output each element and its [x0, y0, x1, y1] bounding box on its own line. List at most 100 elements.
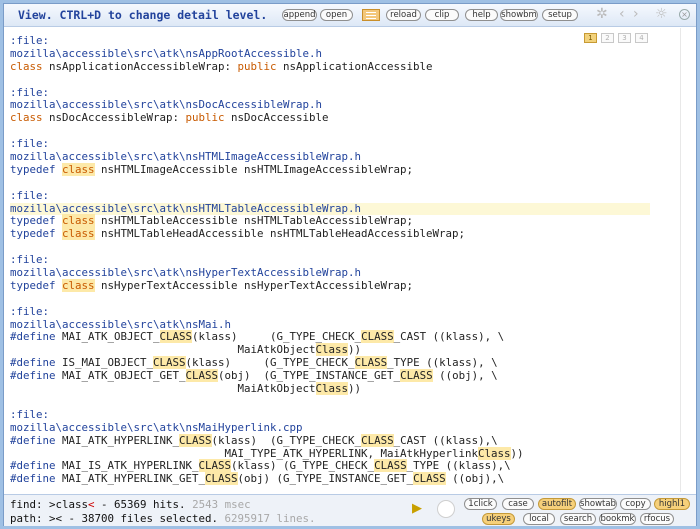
play-icon[interactable]: ▶ — [412, 502, 422, 515]
path-line-count: 6295917 lines. — [218, 512, 316, 525]
rfocus-button[interactable]: rfocus — [640, 513, 674, 525]
menu-icon[interactable] — [362, 9, 380, 21]
search-button[interactable]: search — [560, 513, 596, 525]
code-token: MAI_IS_ATK_HYPERLINK_ — [55, 459, 199, 473]
code-token: )) — [510, 446, 524, 460]
find-label: find: > — [10, 498, 56, 511]
match-highlight: Class — [315, 343, 349, 357]
open-button[interactable]: open — [320, 9, 353, 21]
match-highlight: CLASS — [153, 356, 186, 370]
sun-icon[interactable]: ☼ — [655, 7, 668, 21]
match-highlight: class — [62, 162, 95, 176]
code-token: MAI_TYPE_ATK_HYPERLINK, MaiAtkHyperlink — [10, 446, 479, 460]
showtab-button[interactable]: showtab — [579, 498, 617, 510]
match-highlight: Class — [315, 382, 349, 396]
code-token: MAI_ATK_HYPERLINK_GET_ — [55, 472, 206, 486]
match-highlight: class — [62, 214, 95, 228]
code-token: nsDocAccessibleWrap: — [42, 111, 186, 125]
file-label: :file: — [10, 35, 50, 47]
top-toolbar: View. CTRL+D to change detail level. app… — [4, 4, 696, 27]
code-token: )) — [348, 343, 362, 357]
forward-arrow-icon[interactable]: › — [633, 7, 639, 21]
code-token: _TYPE ((klass), \ — [387, 356, 498, 370]
code-token: typedef — [10, 214, 63, 228]
clip-button[interactable]: clip — [425, 9, 459, 21]
code-token: #define — [10, 330, 56, 344]
code-token: _TYPE ((klass),\ — [406, 459, 511, 473]
code-token: class — [10, 111, 43, 125]
match-highlight: CLASS — [198, 459, 232, 473]
match-highlight: CLASS — [205, 472, 238, 486]
code-token: (klass) (G_TYPE_CHECK_ — [192, 330, 362, 344]
scrollbar-track[interactable] — [680, 28, 681, 492]
code-token: )) — [348, 382, 362, 396]
code-token: _CAST ((klass),\ — [393, 433, 498, 447]
code-token: typedef — [10, 227, 63, 241]
code-line: MaiAtkObjectClass)) — [10, 382, 650, 396]
close-icon[interactable]: × — [679, 9, 690, 20]
bookmk-button[interactable]: bookmk — [599, 513, 636, 525]
ukeys-button[interactable]: ukeys — [482, 513, 515, 525]
match-highlight: Class — [478, 446, 511, 460]
1click-button[interactable]: 1click — [464, 498, 497, 510]
code-token: IS_MAI_OBJECT_ — [55, 356, 154, 370]
code-line: typedef class nsHTMLImageAccessible nsHT… — [10, 162, 650, 177]
find-hit-count: - 65369 hits. — [94, 498, 186, 511]
match-highlight: class — [62, 278, 95, 292]
code-token: nsHTMLTableAccessible nsHTMLTableAccessi… — [94, 214, 414, 228]
help-button[interactable]: help — [465, 9, 498, 21]
code-token: #define — [10, 356, 56, 370]
find-status-line: find: >class< - 65369 hits. 2543 msec — [10, 498, 251, 511]
gear-icon[interactable]: ✲ — [596, 7, 608, 21]
code-token: (klass) (G_TYPE_CHECK_ — [211, 433, 362, 447]
code-token: MaiAtkObject — [10, 343, 316, 357]
autofilt-button[interactable]: autofilt — [538, 498, 576, 510]
code-token: ((obj), \ — [432, 369, 498, 383]
back-arrow-icon[interactable]: ‹ — [619, 7, 625, 21]
file-label: :file: — [10, 188, 50, 202]
match-highlight: CLASS — [159, 330, 193, 344]
path-files-selected: path: >< - 38700 files selected. — [10, 512, 219, 525]
code-token: _CAST ((klass), \ — [393, 330, 505, 344]
code-token: typedef — [10, 278, 63, 292]
code-token: #define — [10, 459, 56, 473]
code-token: MAI_ATK_OBJECT_ — [55, 330, 160, 344]
match-highlight: class — [62, 227, 95, 241]
code-token: typedef — [10, 162, 63, 176]
file-label: :file: — [10, 304, 50, 318]
code-token: MaiAtkObject — [10, 382, 316, 396]
find-time: 2543 msec — [185, 498, 251, 511]
showbm-button[interactable]: showbm — [500, 9, 538, 21]
code-token: (klass) (G_TYPE_CHECK_ — [231, 459, 375, 473]
code-line: typedef class nsHTMLTableHeadAccessible … — [10, 227, 650, 241]
reload-button[interactable]: reload — [386, 9, 421, 21]
code-token: #define — [10, 472, 56, 486]
append-button[interactable]: append — [282, 9, 317, 21]
code-token: ((obj),\ — [445, 472, 505, 486]
code-token: (klass) (G_TYPE_CHECK_ — [185, 356, 355, 370]
code-token: MAI_ATK_OBJECT_GET_ — [55, 369, 186, 383]
path-status-line: path: >< - 38700 files selected. 6295917… — [10, 512, 316, 525]
match-highlight: CLASS — [374, 459, 407, 473]
search-results: :file: mozilla\accessible\src\atk\nsAppRo… — [10, 35, 650, 493]
code-line: #define MAI_ATK_HYPERLINK_GET_CLASS(obj)… — [10, 472, 650, 486]
case-button[interactable]: case — [502, 498, 534, 510]
local-button[interactable]: local — [523, 513, 555, 525]
setup-button[interactable]: setup — [542, 9, 578, 21]
app-window: View. CTRL+D to change detail level. app… — [3, 3, 697, 526]
code-token: #define — [10, 433, 56, 447]
record-circle-icon[interactable] — [437, 500, 455, 518]
match-highlight: CLASS — [179, 433, 212, 447]
find-term[interactable]: class — [56, 498, 89, 511]
code-token: nsHTMLTableHeadAccessible nsHTMLTableHea… — [94, 227, 466, 241]
match-highlight: CLASS — [400, 369, 433, 383]
copy-button[interactable]: copy — [620, 498, 651, 510]
match-highlight: CLASS — [361, 330, 394, 344]
highl1-button[interactable]: highl1 — [654, 498, 690, 510]
code-token: class — [10, 59, 43, 73]
code-token: nsHTMLImageAccessible nsHTMLImageAccessi… — [94, 162, 414, 176]
